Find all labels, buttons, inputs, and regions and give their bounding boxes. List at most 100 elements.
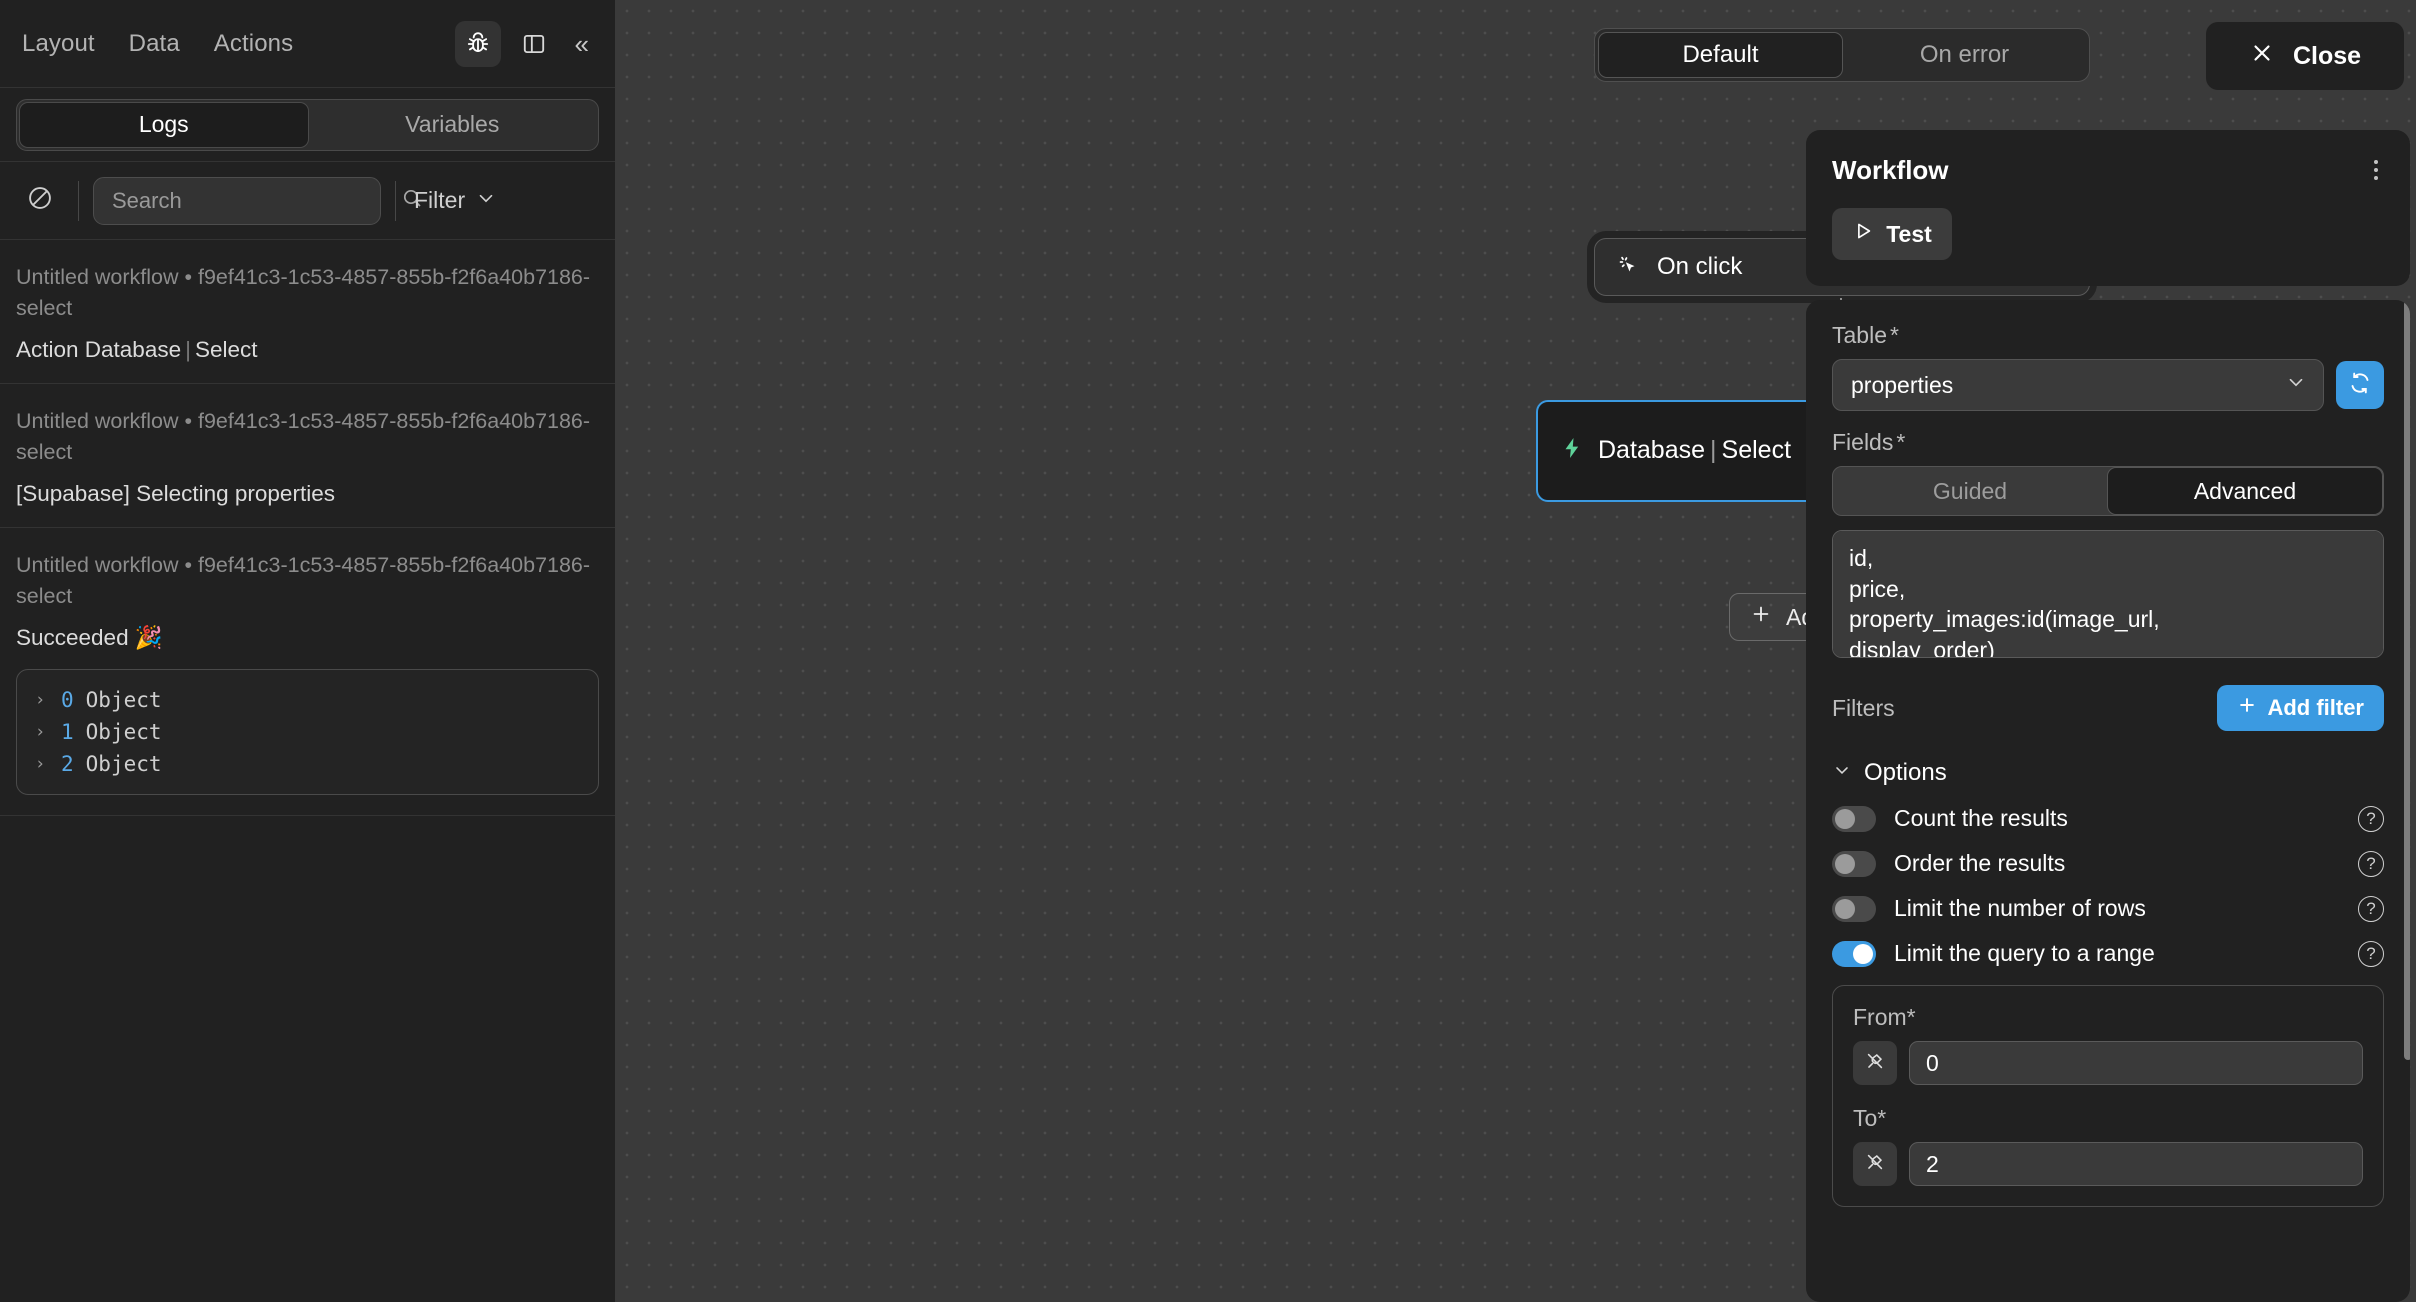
log-title-divider: | (185, 337, 191, 363)
left-panel-menu: Layout Data Actions (22, 30, 293, 58)
menu-item-layout[interactable]: Layout (22, 30, 95, 58)
chevron-right-icon[interactable]: › (35, 690, 49, 710)
workflow-card-header: Workflow (1832, 152, 2384, 188)
json-index: 0 (61, 688, 74, 713)
from-input[interactable] (1909, 1041, 2363, 1085)
log-entry-meta: Untitled workflow • f9ef41c3-1c53-4857-8… (16, 409, 591, 464)
logs-search-bar: Filter (0, 162, 615, 240)
json-row[interactable]: › 2 Object (35, 748, 580, 780)
log-json-viewer: › 0 Object › 1 Object › 2 Object (16, 669, 599, 796)
search-input[interactable] (112, 187, 400, 214)
required-marker: * (1889, 322, 1899, 348)
help-icon[interactable]: ? (2358, 895, 2384, 922)
tab-default[interactable]: Default (1598, 32, 1843, 78)
tab-advanced[interactable]: Advanced (2107, 467, 2383, 515)
help-icon[interactable]: ? (2358, 850, 2384, 877)
to-input[interactable] (1909, 1142, 2363, 1186)
table-select[interactable]: properties (1832, 359, 2324, 411)
left-panel-tools: « (454, 20, 597, 67)
required-marker: * (1896, 429, 1906, 455)
bug-icon (465, 31, 491, 57)
action-title-divider: | (1710, 435, 1717, 464)
plus-icon (1750, 603, 1772, 631)
from-binding-button[interactable] (1853, 1041, 1897, 1085)
toggle-knob (1835, 808, 1855, 829)
toggle-panel-button[interactable] (511, 21, 557, 67)
workflow-title: Workflow (1832, 154, 1949, 185)
table-field-row: properties (1832, 359, 2384, 411)
menu-item-actions[interactable]: Actions (214, 30, 293, 58)
refresh-icon (2348, 371, 2372, 400)
toggle-limit-the-number-of-rows[interactable] (1832, 895, 1876, 922)
fields-label-text: Fields (1832, 429, 1894, 455)
filter-label: Filter (414, 187, 466, 213)
json-type: Object (85, 720, 162, 745)
workflow-canvas[interactable]: Default On error On click + (616, 0, 2416, 1302)
action-node-title: Database | Select (1598, 436, 1791, 465)
fields-mode-tabs: Guided Advanced (1832, 466, 2384, 516)
tab-logs[interactable]: Logs (19, 101, 309, 148)
options-section-toggle[interactable]: Options (1832, 759, 2384, 787)
workflow-test-button[interactable]: Test (1832, 208, 1952, 260)
kebab-dot (2374, 176, 2378, 180)
plug-icon (1864, 1050, 1886, 1077)
workflow-menu-button[interactable] (2368, 152, 2384, 188)
canvas-mode-tabs: Default On error (1594, 28, 2090, 82)
play-icon (1852, 220, 1874, 248)
filters-row: Filters Add filter (1832, 685, 2384, 731)
collapse-panel-button[interactable]: « (567, 31, 597, 57)
toggle-count-the-results[interactable] (1832, 805, 1876, 832)
menu-item-data[interactable]: Data (129, 30, 180, 58)
table-field-label: Table * (1832, 322, 2384, 349)
filter-button[interactable]: Filter (410, 187, 497, 215)
json-row[interactable]: › 1 Object (35, 716, 580, 748)
left-panel: Layout Data Actions « Logs Variables Sea… (0, 0, 616, 1302)
divider (78, 180, 79, 221)
chevron-down-icon (1832, 759, 1852, 787)
tab-guided[interactable]: Guided (1833, 467, 2107, 515)
add-filter-button[interactable]: Add filter (2217, 685, 2384, 731)
right-panel-scrollbar[interactable] (2404, 300, 2410, 1060)
debug-button[interactable] (454, 20, 501, 67)
search-box[interactable] (93, 176, 421, 225)
options-label: Options (1864, 759, 1947, 786)
help-icon[interactable]: ? (2358, 940, 2384, 967)
workflow-test-label: Test (1886, 220, 1932, 247)
kebab-dot (2374, 168, 2378, 172)
toggle-order-the-results[interactable] (1832, 850, 1876, 877)
no-entry-icon (26, 184, 54, 217)
refresh-tables-button[interactable] (2336, 361, 2384, 409)
required-marker: * (1906, 1004, 1916, 1030)
close-button[interactable]: Close (2206, 22, 2404, 90)
chevron-right-icon[interactable]: › (35, 754, 49, 774)
app-root: Layout Data Actions « Logs Variables Sea… (0, 0, 2416, 1302)
log-entry-status: Succeeded 🎉 (16, 625, 163, 651)
log-entry[interactable]: Untitled workflow • f9ef41c3-1c53-4857-8… (0, 384, 615, 529)
option-limit-the-number-of-rows: Limit the number of rows ? (1832, 895, 2384, 922)
log-entry[interactable]: Untitled workflow • f9ef41c3-1c53-4857-8… (0, 240, 615, 385)
chevron-down-icon (475, 187, 497, 215)
table-select-value: properties (1851, 371, 1954, 398)
log-entry-title: Action Database | Select (16, 337, 599, 363)
chevron-right-icon[interactable]: › (35, 722, 49, 742)
log-entry[interactable]: Untitled workflow • f9ef41c3-1c53-4857-8… (0, 528, 615, 817)
kebab-dot (2374, 160, 2378, 164)
toggle-knob (1835, 898, 1855, 919)
clear-logs-button[interactable] (16, 184, 64, 217)
plus-icon (2237, 695, 2257, 721)
tab-variables[interactable]: Variables (309, 102, 597, 148)
toggle-limit-the-query-to-a-range[interactable] (1832, 940, 1876, 967)
log-entry-meta: Untitled workflow • f9ef41c3-1c53-4857-8… (16, 553, 591, 608)
help-icon[interactable]: ? (2358, 805, 2384, 832)
tab-on-error[interactable]: On error (1843, 32, 2086, 78)
lightning-bolt-icon (1560, 435, 1584, 466)
option-label: Limit the query to a range (1894, 940, 2155, 966)
to-label-text: To (1853, 1105, 1878, 1131)
plug-icon (1864, 1151, 1886, 1178)
left-panel-tabs-container: Logs Variables (0, 88, 615, 162)
fields-textarea[interactable]: id, price, property_images:id(image_url,… (1832, 530, 2384, 658)
panel-layout-icon (521, 31, 547, 57)
json-row[interactable]: › 0 Object (35, 684, 580, 716)
option-order-the-results: Order the results ? (1832, 850, 2384, 877)
to-binding-button[interactable] (1853, 1142, 1897, 1186)
